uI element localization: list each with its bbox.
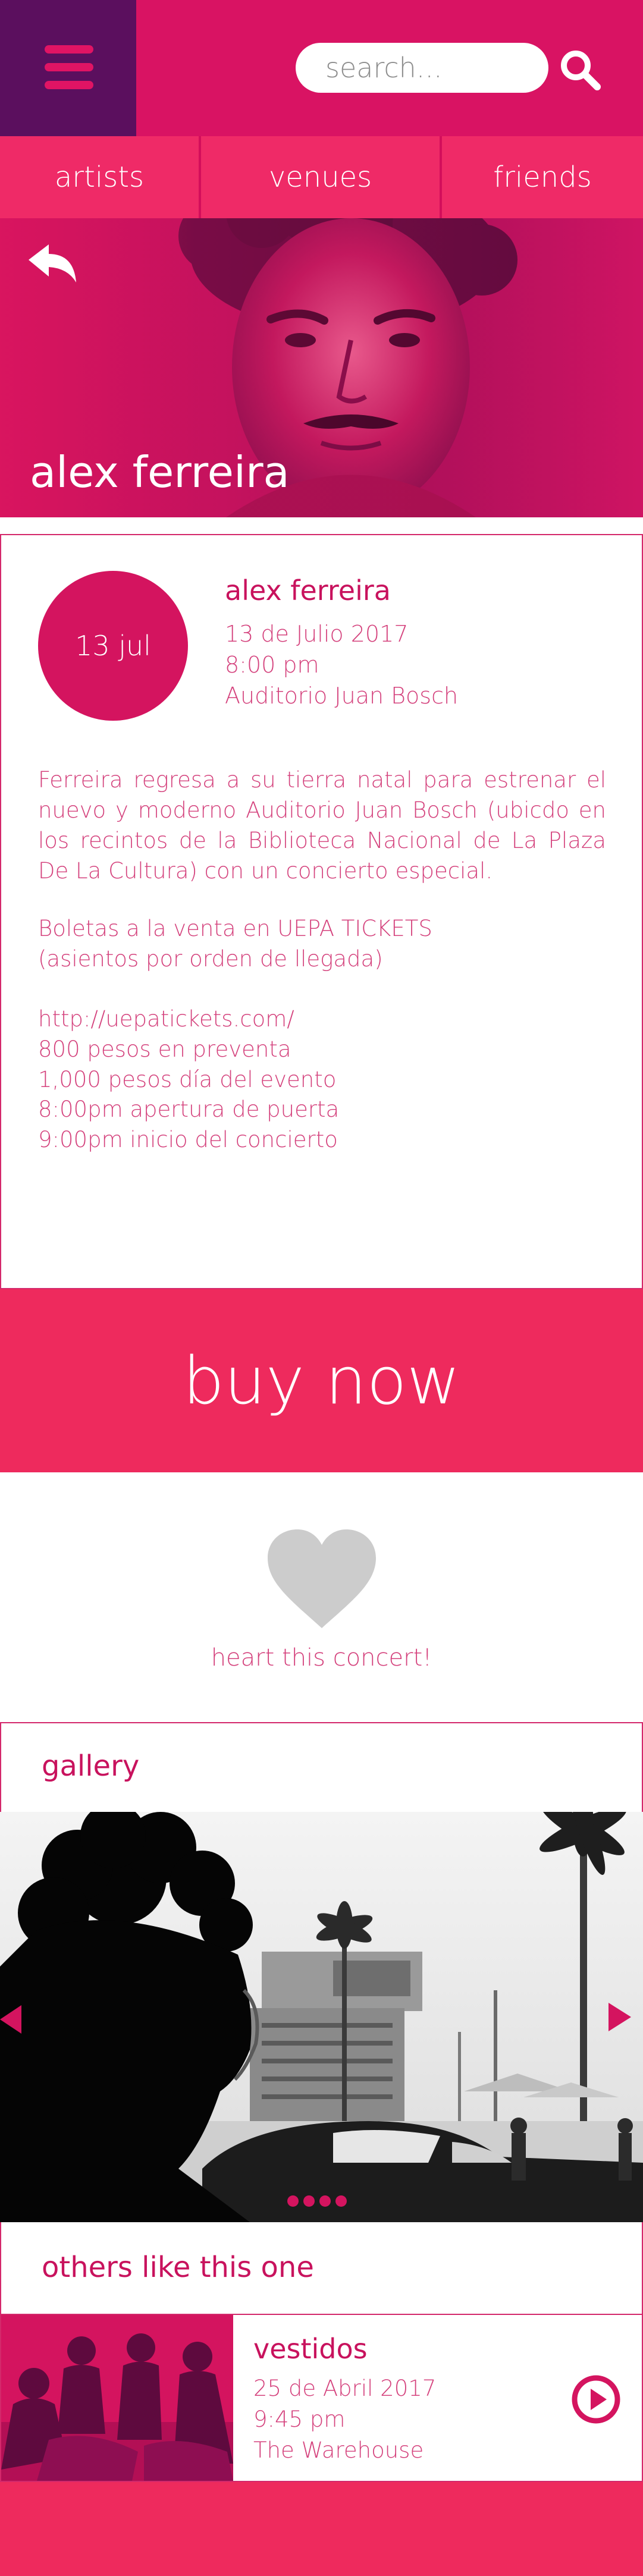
search-input[interactable] (325, 50, 528, 86)
tickets-info: Boletas a la venta en UEPA TICKETS (asie… (38, 913, 432, 974)
back-arrow-icon[interactable] (26, 242, 77, 285)
event-details-card: 13 jul alex ferreira 13 de Julio 2017 8:… (0, 534, 643, 1289)
related-concert-date: 25 de Abril 2017 (253, 2376, 437, 2401)
event-venue[interactable]: Auditorio Juan Bosch (225, 680, 458, 711)
gallery-dot-3[interactable] (319, 2195, 331, 2207)
search-icon[interactable] (559, 49, 602, 92)
gallery-dot-2[interactable] (303, 2195, 315, 2207)
event-name[interactable]: alex ferreira (225, 574, 391, 607)
gallery-title: gallery (42, 1749, 140, 1783)
others-title: others like this one (42, 2251, 314, 2284)
gallery-next-icon[interactable] (609, 2003, 631, 2031)
related-concert-venue: The Warehouse (253, 2437, 424, 2463)
event-date: 13 de Julio 2017 (225, 621, 409, 647)
gallery-prev-icon[interactable] (0, 2005, 21, 2034)
hamburger-icon[interactable] (45, 45, 93, 89)
gallery-section-header: gallery (0, 1722, 643, 1812)
buy-now-button[interactable]: buy now (0, 1289, 643, 1472)
gallery-photo-art (0, 1812, 643, 2222)
date-badge: 13 jul (38, 571, 188, 721)
seating-note: (asientos por orden de llegada) (38, 946, 383, 972)
nav-tabs: artists venues friends (0, 136, 643, 218)
event-time: 8:00 pm (225, 652, 319, 678)
related-concert-thumbnail (1, 2315, 233, 2481)
gallery-pagination (287, 2195, 347, 2207)
menu-button[interactable] (0, 0, 136, 136)
artist-name-title: alex ferreira (30, 447, 290, 497)
artist-hero: alex ferreira (0, 218, 643, 517)
related-concert-meta: 25 de Abril 2017 9:45 pm The Warehouse (253, 2373, 436, 2466)
pricing-info: http://uepatickets.com/ 800 pesos en pre… (38, 1004, 336, 1095)
play-circle-icon[interactable] (571, 2374, 621, 2424)
gallery-photo[interactable] (0, 1812, 643, 2222)
app-header (0, 0, 643, 136)
show-start-time: 9:00pm inicio del concierto (38, 1127, 338, 1152)
heart-label[interactable]: heart this concert! (0, 1644, 643, 1672)
gallery-dot-4[interactable] (335, 2195, 347, 2207)
tab-artists[interactable]: artists (0, 136, 201, 218)
tab-friends[interactable]: friends (442, 136, 643, 218)
tab-venues[interactable]: venues (201, 136, 442, 218)
tickets-line: Boletas a la venta en UEPA TICKETS (38, 916, 432, 941)
related-concert-card[interactable]: vestidos 25 de Abril 2017 9:45 pm The Wa… (0, 2314, 643, 2482)
heart-icon[interactable] (268, 1529, 376, 1629)
gallery-dot-1[interactable] (287, 2195, 299, 2207)
presale-price: 800 pesos en preventa (38, 1036, 291, 1062)
related-concert-name[interactable]: vestidos (253, 2333, 368, 2365)
footer-bar (0, 2482, 643, 2576)
search-box[interactable] (296, 43, 548, 93)
tickets-link[interactable]: http://uepatickets.com/ (38, 1004, 336, 1034)
related-concert-time: 9:45 pm (253, 2407, 346, 2432)
day-of-price: 1,000 pesos día del evento (38, 1067, 337, 1092)
event-description: Ferreira regresa a su tierra natal para … (38, 767, 606, 884)
doors-open-time: 8:00pm apertura de puerta (38, 1097, 340, 1122)
schedule-info: 8:00pm apertura de puerta 9:00pm inicio … (38, 1094, 339, 1155)
event-meta: 13 de Julio 2017 8:00 pm Auditorio Juan … (225, 618, 458, 711)
others-section-header: others like this one (0, 2222, 643, 2314)
